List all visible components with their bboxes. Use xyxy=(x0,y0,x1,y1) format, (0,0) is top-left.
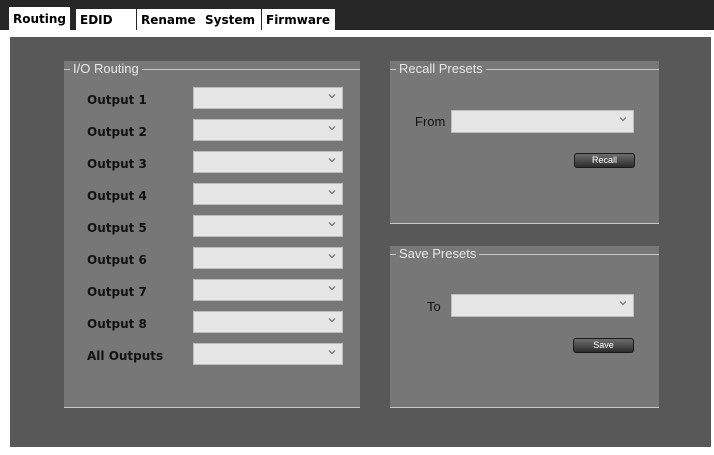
output-8-dropdown[interactable] xyxy=(193,311,343,333)
all-outputs-dropdown[interactable] xyxy=(193,343,343,365)
tab-system[interactable]: System xyxy=(201,9,261,31)
output-2-label: Output 2 xyxy=(87,125,147,139)
recall-from-dropdown[interactable] xyxy=(451,110,634,133)
save-presets-title: Save Presets xyxy=(396,246,480,262)
chevron-down-icon xyxy=(328,286,336,291)
io-routing-title: I/O Routing xyxy=(70,61,142,77)
output-4-dropdown[interactable] xyxy=(193,183,343,205)
tab-firmware[interactable]: Firmware xyxy=(262,9,335,31)
tab-routing[interactable]: Routing xyxy=(9,7,70,31)
chevron-down-icon xyxy=(328,94,336,99)
chevron-down-icon xyxy=(328,126,336,131)
chevron-down-icon xyxy=(328,158,336,163)
output-5-dropdown[interactable] xyxy=(193,215,343,237)
output-7-label: Output 7 xyxy=(87,285,147,299)
chevron-down-icon xyxy=(328,318,336,323)
chevron-down-icon xyxy=(328,222,336,227)
chevron-down-icon xyxy=(619,117,627,122)
output-3-dropdown[interactable] xyxy=(193,151,343,173)
tab-bar: Routing EDID Rename System Firmware xyxy=(0,0,714,31)
output-6-label: Output 6 xyxy=(87,253,147,267)
output-5-label: Output 5 xyxy=(87,221,147,235)
output-1-dropdown[interactable] xyxy=(193,87,343,109)
chevron-down-icon xyxy=(619,301,627,306)
chevron-down-icon xyxy=(328,190,336,195)
recall-presets-group: Recall Presets From Recall xyxy=(390,61,659,224)
io-routing-group: I/O Routing Output 1 Output 2 Output 3 O… xyxy=(64,61,360,408)
recall-button[interactable]: Recall xyxy=(574,153,635,168)
save-presets-group: Save Presets To Save xyxy=(390,246,659,408)
output-1-label: Output 1 xyxy=(87,93,147,107)
output-3-label: Output 3 xyxy=(87,157,147,171)
save-to-label: To xyxy=(427,299,441,314)
chevron-down-icon xyxy=(328,254,336,259)
recall-from-label: From xyxy=(415,114,446,129)
output-4-label: Output 4 xyxy=(87,189,147,203)
output-6-dropdown[interactable] xyxy=(193,247,343,269)
recall-presets-title: Recall Presets xyxy=(396,61,486,77)
save-button[interactable]: Save xyxy=(573,338,634,353)
chevron-down-icon xyxy=(328,350,336,355)
routing-panel: I/O Routing Output 1 Output 2 Output 3 O… xyxy=(10,37,711,447)
output-7-dropdown[interactable] xyxy=(193,279,343,301)
output-2-dropdown[interactable] xyxy=(193,119,343,141)
output-8-label: Output 8 xyxy=(87,317,147,331)
save-to-dropdown[interactable] xyxy=(451,294,634,317)
tab-rename[interactable]: Rename xyxy=(137,9,201,31)
all-outputs-label: All Outputs xyxy=(87,349,164,363)
tab-edid[interactable]: EDID xyxy=(76,9,136,31)
